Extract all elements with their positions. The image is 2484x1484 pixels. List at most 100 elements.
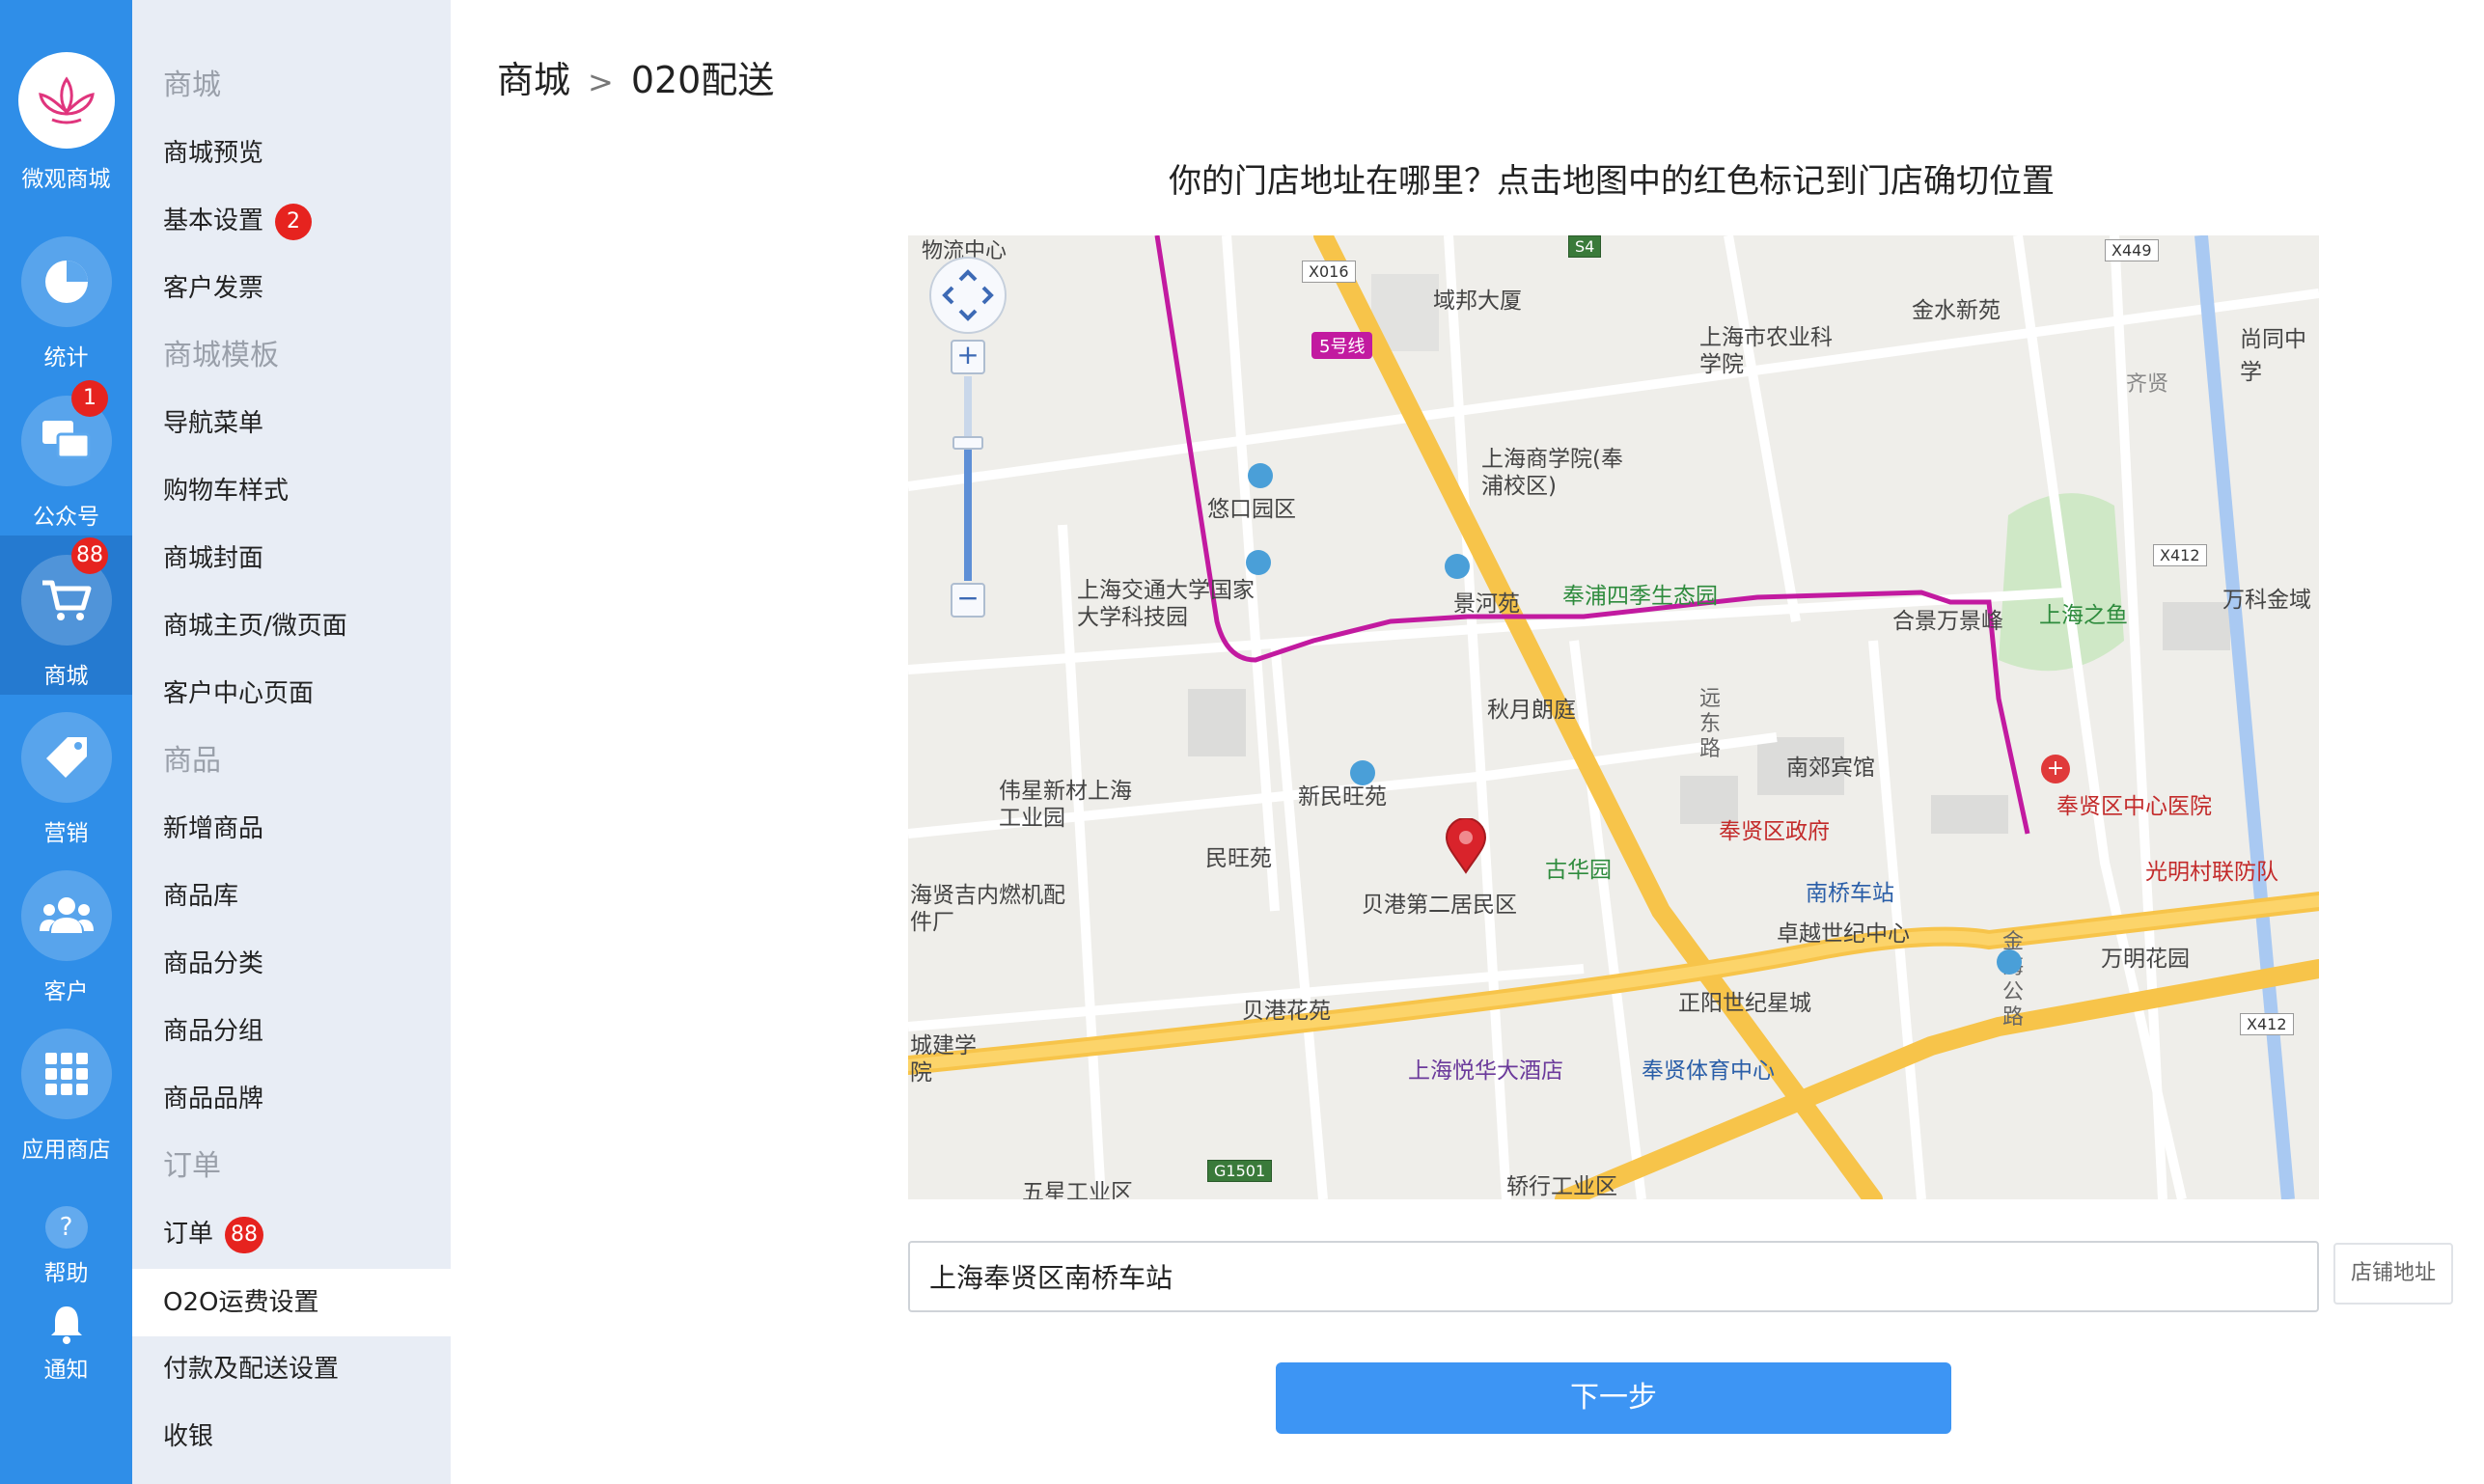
map-label: 万明花园 [2101,947,2190,972]
rail-label: 统计 [43,345,89,371]
rail-label: 商城 [43,664,89,689]
poi-icon [1445,554,1470,579]
map-label: 南郊宾馆 [1786,756,1875,781]
map-label: 民旺苑 [1205,846,1272,871]
settings-badge: 2 [275,203,313,240]
menu-item-label: 商城封面 [163,544,264,573]
map-label: 卓越世纪中心 [1777,921,1910,947]
menu-item-label: 商品品牌 [163,1085,264,1113]
map-label: 金海公路 [2002,930,2025,1030]
map-label: 景河苑 [1453,591,1520,617]
breadcrumb-current: 020配送 [630,59,775,101]
rail-item-mall[interactable]: 商城 88 [0,536,132,695]
menu-section-title: 商品 [163,744,221,778]
map-label: 悠口园区 [1207,497,1296,522]
menu-item-new-product[interactable]: 新增商品 [132,796,451,862]
notify-label: 通知 [43,1358,89,1383]
breadcrumb: 商城 >020配送 [497,50,774,103]
rail-item-app-store[interactable]: 应用商店 [0,1029,132,1164]
map-label: 奉贤区政府 [1719,819,1830,844]
menu-section-title: 商城模板 [163,339,279,372]
grid-icon [20,1029,112,1119]
address-input[interactable] [908,1241,2319,1312]
next-step-button[interactable]: 下一步 [1276,1362,1951,1434]
unread-badge: 1 [71,380,108,417]
map-zoom-control: + − [951,340,989,619]
menu-item-o2o-shipping[interactable]: O2O运费设置 [132,1269,451,1336]
menu-item-mall-cover[interactable]: 商城封面 [132,526,451,591]
lotus-logo-icon [17,52,115,149]
order-badge: 88 [71,537,108,574]
menu-section-title: 商城 [163,69,221,102]
map-label: 海贤吉内燃机配件厂 [910,883,1065,935]
map-label: 奉贤区中心医院 [2056,794,2212,819]
menu-item-basic-settings[interactable]: 基本设置 2 [132,188,451,254]
map-canvas[interactable]: 物流中心 域邦大厦 上海市农业科学院 金水新苑 尚同中学 齐贤 悠口园区 上海商… [908,235,2319,1199]
menu-item-product-library[interactable]: 商品库 [132,864,451,929]
menu-item-orders[interactable]: 订单 88 [132,1201,451,1267]
zoom-slider-handle[interactable] [952,436,983,450]
map-label: 上海商学院(奉浦校区) [1481,447,1623,499]
help-icon: ? [44,1206,88,1249]
menu-item-mall-preview[interactable]: 商城预览 [132,121,451,186]
rail-item-notify[interactable]: 通知 [0,1303,132,1384]
rail-item-customers[interactable]: 客户 [0,870,132,1005]
road-shield: X412 [2153,544,2207,566]
menu-item-label: 客户中心页面 [163,679,315,708]
map-label: 光明村联防队 [2145,860,2278,885]
road-shield: X412 [2240,1013,2294,1035]
location-marker-icon[interactable] [1445,817,1487,878]
menu-item-product-brand[interactable]: 商品品牌 [132,1066,451,1132]
rail-item-help[interactable]: ? 帮助 [0,1206,132,1287]
logo[interactable]: 微观商城 [0,52,132,193]
map-label: 上海悦华大酒店 [1408,1058,1563,1084]
map-label: 五星工业区 [1022,1180,1133,1199]
map-label: 齐贤 [2126,372,2169,397]
road-shield: S4 [1568,235,1602,258]
map-pan-control[interactable] [929,257,1007,334]
menu-item-invoice[interactable]: 客户发票 [132,256,451,321]
map-label: 上海市农业科学院 [1699,325,1833,377]
map-label: 域邦大厦 [1433,289,1522,314]
map-label: 奉贤体育中心 [1642,1058,1775,1084]
map-label: 上海交通大学国家大学科技园 [1077,578,1255,630]
map-label: 贝港第二居民区 [1362,893,1517,918]
pie-chart-icon [20,236,112,327]
menu-item-label: O2O运费设置 [163,1288,319,1317]
map-label: 伟星新材上海工业园 [999,779,1132,831]
bell-icon [0,1303,132,1345]
store-address-button[interactable]: 店铺地址 [2333,1243,2453,1305]
menu-item-label: 付款及配送设置 [163,1355,340,1384]
menu-item-homepage[interactable]: 商城主页/微页面 [132,593,451,659]
menu-item-label: 新增商品 [163,814,264,843]
zoom-out-button[interactable]: − [951,583,985,618]
map-roads [908,235,2319,1199]
logo-label: 微观商城 [21,167,111,192]
rail-item-wechat[interactable]: 公众号 1 [0,380,132,531]
pan-arrows-icon [942,269,994,321]
breadcrumb-parent[interactable]: 商城 [497,59,570,101]
map-label: 上海之鱼 [2039,603,2128,628]
menu-item-cart-style[interactable]: 购物车样式 [132,458,451,524]
zoom-in-button[interactable]: + [951,340,985,374]
menu-item-product-group[interactable]: 商品分组 [132,999,451,1064]
map-label: 金水新苑 [1912,298,2001,323]
breadcrumb-separator: > [588,64,614,100]
page-instruction: 你的门店地址在哪里？点击地图中的红色标记到门店确切位置 [1169,162,2055,201]
help-label: 帮助 [43,1261,89,1286]
poi-icon [1997,949,2022,975]
rail-label: 营销 [43,821,89,846]
menu-item-payment-delivery[interactable]: 付款及配送设置 [132,1336,451,1402]
icon-rail: 微观商城 统计 公众号 1 商城 88 营销 客户 应用商店 ? 帮助 通知 [0,0,132,1484]
menu-item-cashier[interactable]: 收银 [132,1404,451,1470]
tag-icon [20,712,112,803]
menu-item-product-category[interactable]: 商品分类 [132,931,451,997]
menu-section-title: 订单 [163,1149,221,1183]
road-shield: X016 [1302,261,1356,283]
menu-item-label: 订单 [163,1220,214,1249]
menu-item-nav-menu[interactable]: 导航菜单 [132,391,451,456]
rail-item-marketing[interactable]: 营销 [0,712,132,847]
menu-item-label: 商品库 [163,882,239,911]
menu-item-customer-center[interactable]: 客户中心页面 [132,661,451,727]
rail-item-stats[interactable]: 统计 [0,236,132,371]
